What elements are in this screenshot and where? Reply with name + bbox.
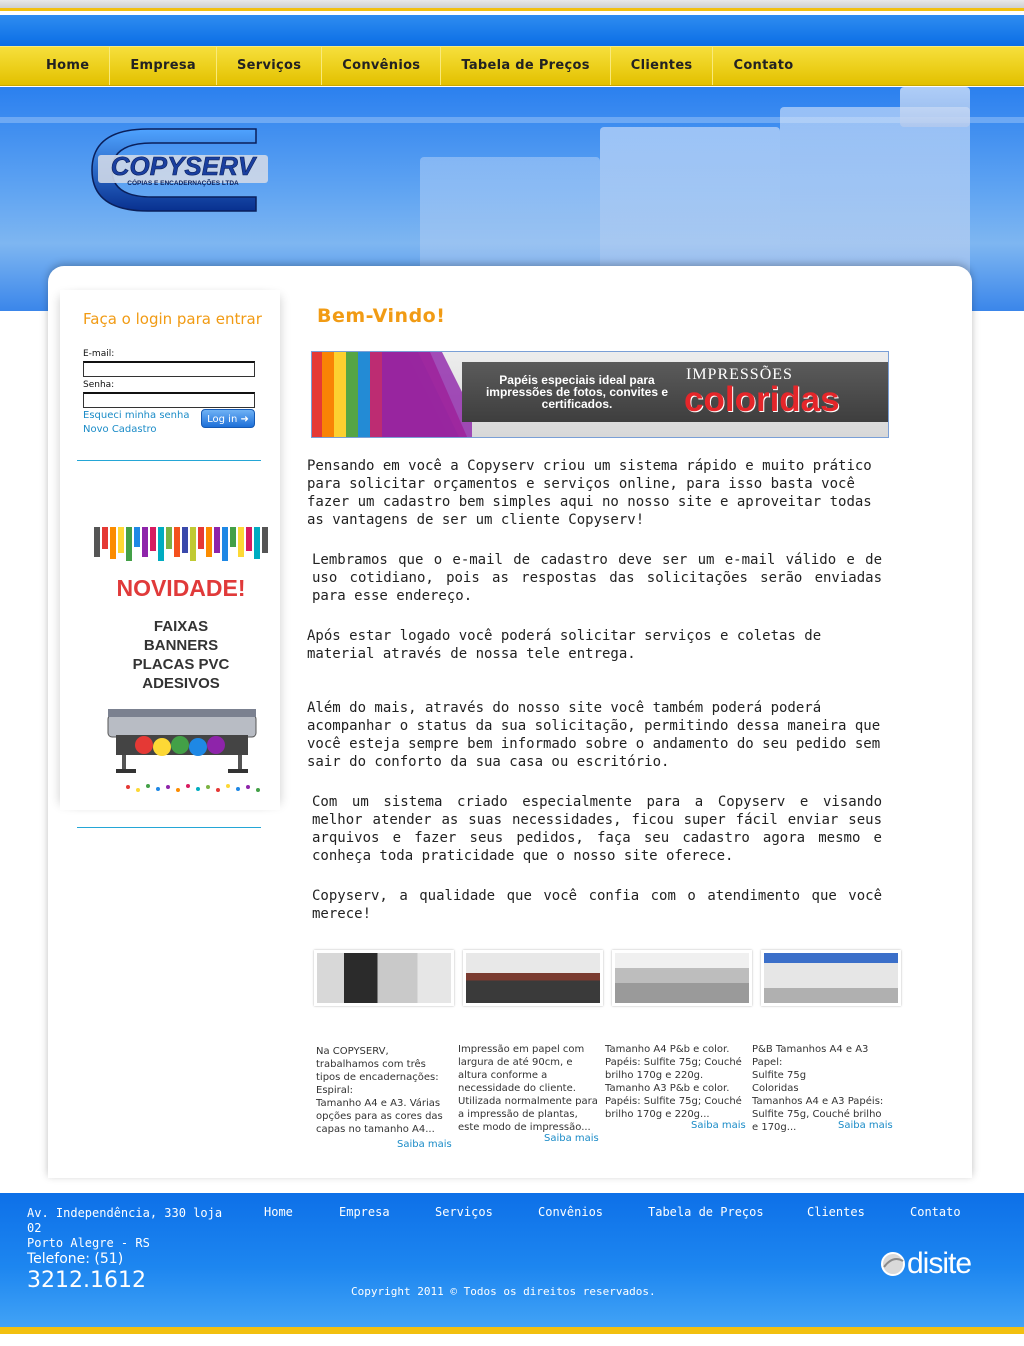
copier-color-image [764, 953, 898, 1003]
footer-phone-label: Telefone: (51) [27, 1251, 124, 1267]
paint-drips-graphic [94, 527, 268, 561]
page-title: Bem-Vindo! [317, 305, 446, 327]
login-button[interactable]: Log in ➜ [201, 409, 255, 428]
forgot-password-link[interactable]: Esqueci minha senha [83, 410, 190, 421]
service-thumbnails [314, 950, 901, 1006]
promo-line: FAIXAS [153, 618, 209, 635]
copyserv-logo[interactable]: COPYSERV CÓPIAS E ENCADERNAÇÕES LTDA [88, 125, 272, 215]
promo-headline: NOVIDADE! [116, 575, 246, 601]
service-thumbnail[interactable] [463, 950, 603, 1006]
nav-home[interactable]: Home [26, 47, 111, 85]
footer-nav-home[interactable]: Home [264, 1205, 293, 1219]
encadernacao-image [317, 953, 451, 1003]
svg-text:CÓPIAS E ENCADERNAÇÕES LTDA: CÓPIAS E ENCADERNAÇÕES LTDA [127, 178, 239, 187]
login-title: Faça o login para entrar [83, 310, 262, 328]
top-stripes [0, 0, 1024, 46]
intro-paragraph: Com um sistema criado especialmente para… [312, 794, 882, 864]
intro-paragraph: Copyserv, a qualidade que você confia co… [312, 888, 882, 922]
footer-nav-contato[interactable]: Contato [910, 1205, 961, 1219]
main-nav: Home Empresa Serviços Convênios Tabela d… [0, 46, 1024, 86]
nav-clientes[interactable]: Clientes [611, 47, 714, 85]
email-field[interactable] [83, 361, 255, 377]
nav-servicos[interactable]: Serviços [217, 47, 323, 85]
svg-text:COPYSERV: COPYSERV [111, 151, 258, 181]
password-field[interactable] [83, 392, 255, 408]
service-thumbnail[interactable] [612, 950, 752, 1006]
footer-nav-empresa[interactable]: Empresa [339, 1205, 390, 1219]
footer-address: Av. Independência, 330 loja 02 [27, 1206, 223, 1235]
nav-empresa[interactable]: Empresa [110, 47, 217, 85]
nav-convenios[interactable]: Convênios [322, 47, 442, 85]
saiba-mais-link[interactable]: Saiba mais [397, 1139, 452, 1150]
disite-logo[interactable]: disite [879, 1245, 993, 1279]
banner-heading-2: coloridas [684, 380, 840, 419]
printer-image [107, 709, 257, 773]
copier-pb-image [615, 953, 749, 1003]
sidebar-divider [77, 827, 261, 828]
promo-line: ADESIVOS [142, 675, 220, 692]
promo-line: BANNERS [143, 637, 219, 654]
service-thumbnail[interactable] [314, 950, 454, 1006]
service-thumbnail[interactable] [761, 950, 901, 1006]
intro-paragraph: Após estar logado você poderá solicitar … [307, 628, 822, 662]
svg-text:disite: disite [907, 1247, 971, 1279]
password-label: Senha: [83, 380, 115, 390]
login-button-label: Log in [207, 414, 238, 425]
intro-paragraph: Além do mais, através do nosso site você… [307, 700, 881, 770]
saiba-mais-link[interactable]: Saiba mais [691, 1120, 746, 1131]
confetti-graphic [126, 784, 260, 792]
sidebar-divider [77, 460, 261, 461]
service-caption: Tamanho A4 P&b e color. Papéis: Sulfite … [605, 1044, 742, 1120]
saiba-mais-link[interactable]: Saiba mais [838, 1120, 893, 1131]
intro-paragraph: Pensando em você a Copyserv criou um sis… [307, 458, 872, 528]
plotter-image [466, 953, 600, 1003]
arrow-right-icon: ➜ [240, 414, 249, 425]
footer-phone-number: 3212.1612 [27, 1268, 146, 1293]
impressoes-coloridas-banner[interactable]: Papéis especiais ideal para impressões d… [311, 351, 889, 438]
promo-line: PLACAS PVC [132, 656, 230, 673]
footer-bottom-stripe [0, 1327, 1024, 1334]
intro-paragraph: Lembramos que o e-mail de cadastro deve … [312, 552, 882, 604]
saiba-mais-link[interactable]: Saiba mais [544, 1133, 599, 1144]
nav-tabela-precos[interactable]: Tabela de Preços [441, 47, 611, 85]
banner-text: Papéis especiais ideal para impressões d… [485, 373, 669, 411]
colored-papers-image [312, 352, 472, 437]
service-caption: Impressão em papel com largura de até 90… [458, 1044, 602, 1133]
footer-nav-tabela-precos[interactable]: Tabela de Preços [648, 1205, 764, 1219]
nav-contato[interactable]: Contato [713, 47, 813, 85]
email-label: E-mail: [83, 349, 115, 359]
copyright: Copyright 2011 © Todos os direitos reser… [351, 1285, 656, 1298]
register-link[interactable]: Novo Cadastro [83, 424, 157, 435]
copier-image [900, 87, 970, 127]
footer-nav-servicos[interactable]: Serviços [435, 1205, 493, 1219]
footer-nav-convenios[interactable]: Convênios [538, 1205, 603, 1219]
service-caption: Na COPYSERV, trabalhamos com três tipos … [316, 1046, 443, 1135]
footer-city: Porto Alegre - RS [27, 1236, 150, 1250]
promo-banner[interactable]: NOVIDADE! FAIXAS BANNERS PLACAS PVC ADES… [94, 527, 268, 799]
footer-nav-clientes[interactable]: Clientes [807, 1205, 865, 1219]
